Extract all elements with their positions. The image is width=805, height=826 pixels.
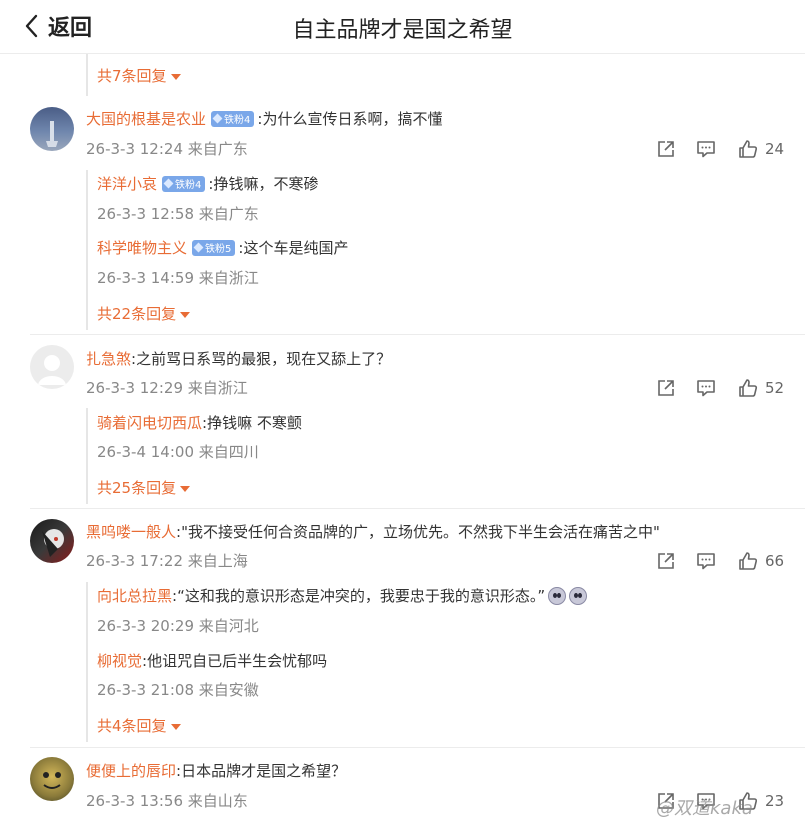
comment-text: :日本品牌才是国之希望？	[176, 762, 347, 780]
fan-badge: 铁粉4	[211, 110, 255, 127]
more-replies-label: 共25条回复	[97, 479, 177, 497]
share-button[interactable]	[656, 378, 676, 398]
reply-text: :挣钱嘛，不寒碜	[208, 175, 319, 193]
comment-button[interactable]	[696, 551, 716, 571]
caret-down-icon	[170, 73, 181, 80]
reply-username[interactable]: 洋洋小哀	[97, 173, 157, 194]
diamond-icon	[193, 242, 204, 253]
comment-actions: 52	[656, 376, 786, 400]
caret-down-icon	[180, 311, 191, 318]
comment-icon	[697, 380, 715, 397]
comment-meta: 26-3-3 17:22 来自上海	[86, 552, 248, 570]
shocked-emoji-icon	[548, 586, 567, 605]
top-bar: 返回 自主品牌才是国之希望	[0, 0, 805, 54]
like-icon	[739, 552, 758, 570]
comment-text: :"我不接受任何合资品牌的广，立场优先。不然我下半生会活在痛苦之中"	[176, 523, 660, 541]
reply-text: :这个车是纯国产	[238, 239, 349, 257]
avatar[interactable]	[30, 107, 74, 151]
share-button[interactable]	[656, 551, 676, 571]
fan-badge: 铁粉4	[162, 175, 206, 192]
reply-text: :他诅咒自已后半生会忧郁吗	[142, 652, 328, 670]
fan-badge-label: 铁粉4	[224, 115, 251, 126]
reply-text: :“这和我的意识形态是冲突的，我要忠于我的意识形态。”	[172, 587, 546, 605]
divider	[30, 334, 805, 335]
comment-meta: 26-3-3 12:29 来自浙江	[86, 379, 248, 397]
comment-username[interactable]: 扎急煞	[86, 348, 131, 369]
comment-meta: 26-3-3 12:24 来自广东	[86, 140, 248, 158]
like-count: 66	[765, 552, 785, 570]
like-button[interactable]: 66	[738, 551, 784, 571]
reply-meta: 26-3-3 20:29 来自河北	[97, 617, 259, 635]
reply-line: 柳视觉 :他诅咒自已后半生会忧郁吗	[97, 650, 327, 671]
avatar[interactable]	[30, 519, 74, 563]
like-count: 52	[765, 379, 785, 397]
share-button[interactable]	[656, 139, 676, 159]
comment-username[interactable]: 大国的根基是农业	[86, 108, 206, 129]
comment-line: 便便上的唇印 :日本品牌才是国之希望？	[86, 760, 346, 781]
like-button[interactable]: 52	[738, 378, 784, 398]
reply-thread-line	[86, 408, 88, 504]
like-icon	[739, 379, 758, 397]
shocked-emoji-icon	[569, 586, 588, 605]
more-replies-link[interactable]: 共4条回复	[97, 715, 181, 736]
fan-badge-label: 铁粉5	[205, 244, 232, 255]
more-replies-label: 共4条回复	[97, 717, 167, 735]
reply-username[interactable]: 向北总拉黑	[97, 585, 172, 606]
share-icon	[658, 380, 674, 396]
reply-meta: 26-3-3 12:58 来自广东	[97, 205, 259, 223]
diamond-icon	[212, 113, 223, 124]
avatar[interactable]	[30, 757, 74, 801]
reply-thread-line	[86, 54, 88, 96]
reply-username[interactable]: 柳视觉	[97, 650, 142, 671]
fan-badge-label: 铁粉4	[175, 180, 202, 191]
share-icon	[658, 553, 674, 569]
more-replies-label: 共7条回复	[97, 67, 167, 85]
comment-line: 扎急煞 :之前骂日系骂的最狠，现在又舔上了？	[86, 348, 391, 369]
more-replies-link[interactable]: 共7条回复	[97, 65, 181, 86]
reply-meta: 26-3-3 14:59 来自浙江	[97, 269, 259, 287]
comment-line: 黑呜喽一般人 :"我不接受任何合资品牌的广，立场优先。不然我下半生会活在痛苦之中…	[86, 521, 660, 542]
comment-icon	[697, 141, 715, 158]
watermark: @双道kaka	[656, 798, 753, 819]
diamond-icon	[163, 178, 174, 189]
reply-username[interactable]: 科学唯物主义	[97, 237, 187, 258]
like-count: 24	[765, 140, 785, 158]
fan-badge: 铁粉5	[192, 239, 236, 256]
comment-text: :为什么宣传日系啊，搞不懂	[257, 110, 443, 128]
divider	[30, 508, 805, 509]
reply-thread-line	[86, 582, 88, 742]
comment-actions: 66	[656, 549, 786, 573]
reply-line: 科学唯物主义 铁粉5 :这个车是纯国产	[97, 237, 348, 258]
page-title: 自主品牌才是国之希望	[292, 18, 513, 43]
comment-icon	[697, 553, 715, 570]
comment-actions: 24	[656, 137, 786, 161]
reply-meta: 26-3-3 21:08 来自安徽	[97, 681, 259, 699]
avatar[interactable]	[30, 345, 74, 389]
comment-text: :之前骂日系骂的最狠，现在又舔上了？	[131, 350, 392, 368]
divider	[30, 747, 805, 748]
more-replies-link[interactable]: 共22条回复	[97, 303, 191, 324]
reply-line: 洋洋小哀 铁粉4 :挣钱嘛，不寒碜	[97, 173, 318, 194]
like-button[interactable]: 24	[738, 139, 784, 159]
share-icon	[658, 141, 674, 157]
like-icon	[739, 140, 758, 158]
reply-thread-line	[86, 170, 88, 330]
comment-username[interactable]: 黑呜喽一般人	[86, 521, 176, 542]
comment-line: 大国的根基是农业 铁粉4 :为什么宣传日系啊，搞不懂	[86, 108, 442, 129]
more-replies-label: 共22条回复	[97, 305, 177, 323]
reply-text: :挣钱嘛 不寒颤	[202, 414, 302, 432]
more-replies-link[interactable]: 共25条回复	[97, 477, 191, 498]
reply-line: 骑着闪电切西瓜 :挣钱嘛 不寒颤	[97, 412, 302, 433]
caret-down-icon	[180, 485, 191, 492]
comment-username[interactable]: 便便上的唇印	[86, 760, 176, 781]
comment-button[interactable]	[696, 139, 716, 159]
reply-meta: 26-3-4 14:00 来自四川	[97, 443, 259, 461]
comment-button[interactable]	[696, 378, 716, 398]
reply-username[interactable]: 骑着闪电切西瓜	[97, 412, 202, 433]
caret-down-icon	[170, 723, 181, 730]
comment-meta: 26-3-3 13:56 来自山东	[86, 792, 248, 810]
reply-line: 向北总拉黑 :“这和我的意识形态是冲突的，我要忠于我的意识形态。”	[97, 585, 588, 606]
like-count: 23	[765, 792, 785, 810]
